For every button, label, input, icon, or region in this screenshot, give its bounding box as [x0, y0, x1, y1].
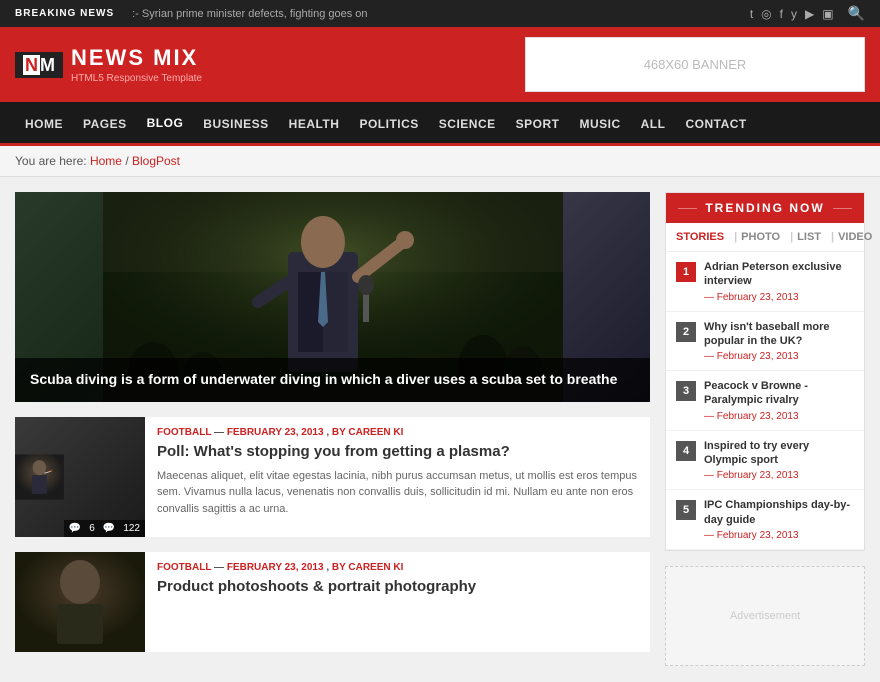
- comment-count: 6: [89, 523, 95, 534]
- article-thumbnail: 💬 6 💬 122: [15, 417, 145, 537]
- nav-music[interactable]: MUSIC: [569, 103, 630, 145]
- article-meta-bar: 💬 6 💬 122: [64, 520, 145, 537]
- trend-content-4: Inspired to try every Olympic sport — Fe…: [704, 439, 854, 482]
- breadcrumb-separator: /: [125, 154, 132, 168]
- trending-item-3: 3 Peacock v Browne - Paralympic rivalry …: [666, 371, 864, 431]
- tab-list[interactable]: LIST: [797, 231, 821, 243]
- logo-area: NM NEWS MIX HTML5 Responsive Template: [15, 45, 202, 84]
- site-header: NM NEWS MIX HTML5 Responsive Template 46…: [0, 27, 880, 102]
- trend-date-1: — February 23, 2013: [704, 292, 854, 303]
- breaking-label: BREAKING NEWS: [15, 8, 114, 19]
- nav-science[interactable]: SCIENCE: [429, 103, 506, 145]
- article-item: 💬 6 💬 122 FOOTBALL — February 23, 2013 ,…: [15, 417, 650, 537]
- trend-content-2: Why isn't baseball more popular in the U…: [704, 320, 854, 363]
- trend-title-5[interactable]: IPC Championships day-by-day guide: [704, 498, 854, 527]
- nav-pages[interactable]: PAGES: [73, 103, 137, 145]
- circle-icon[interactable]: ◎: [761, 7, 771, 21]
- sidebar: TRENDING NOW STORIES | PHOTO | LIST | VI…: [665, 192, 865, 667]
- trending-item-2: 2 Why isn't baseball more popular in the…: [666, 312, 864, 372]
- search-icon[interactable]: 🔍: [848, 5, 865, 22]
- featured-caption: Scuba diving is a form of underwater div…: [15, 358, 650, 402]
- logo-letter: N: [23, 55, 40, 75]
- article-excerpt-1: Maecenas aliquet, elit vitae egestas lac…: [157, 468, 640, 518]
- article-title-1[interactable]: Poll: What's stopping you from getting a…: [157, 442, 640, 462]
- site-tagline: HTML5 Responsive Template: [71, 73, 202, 84]
- trend-rank-3: 3: [676, 381, 696, 401]
- article-body-2: FOOTBALL — February 23, 2013 , by Careen…: [157, 552, 650, 652]
- tumblr-icon[interactable]: t: [750, 7, 753, 21]
- content-column: Scuba diving is a form of underwater div…: [15, 192, 650, 667]
- trending-item-4: 4 Inspired to try every Olympic sport — …: [666, 431, 864, 491]
- trending-box: TRENDING NOW STORIES | PHOTO | LIST | VI…: [665, 192, 865, 551]
- trend-title-3[interactable]: Peacock v Browne - Paralympic rivalry: [704, 379, 854, 408]
- featured-image: Scuba diving is a form of underwater div…: [15, 192, 650, 402]
- trend-content-3: Peacock v Browne - Paralympic rivalry — …: [704, 379, 854, 422]
- facebook-icon[interactable]: f: [780, 7, 783, 21]
- header-banner: 468X60 BANNER: [525, 37, 865, 92]
- trending-tabs: STORIES | PHOTO | LIST | VIDEO: [666, 223, 864, 252]
- sidebar-ad: Advertisement: [665, 566, 865, 666]
- nav-blog[interactable]: BLOG: [137, 102, 194, 146]
- comment-icon: 💬: [69, 523, 81, 534]
- nav-politics[interactable]: POLITICS: [349, 103, 428, 145]
- thumb-image-1: 💬 6 💬 122: [15, 417, 145, 537]
- trend-rank-5: 5: [676, 500, 696, 520]
- tab-stories[interactable]: STORIES: [676, 231, 724, 243]
- breadcrumb-current[interactable]: BlogPost: [132, 154, 180, 168]
- featured-article: Scuba diving is a form of underwater div…: [15, 192, 650, 402]
- breaking-text: :- Syrian prime minister defects, fighti…: [132, 8, 367, 20]
- nav-home[interactable]: HOME: [15, 103, 73, 145]
- main-container: Scuba diving is a form of underwater div…: [0, 177, 880, 682]
- like-count: 122: [123, 523, 140, 534]
- breadcrumb-home[interactable]: Home: [90, 154, 122, 168]
- trend-date-2: — February 23, 2013: [704, 351, 854, 362]
- article-thumbnail-2: [15, 552, 145, 652]
- twitter-icon[interactable]: y: [791, 7, 797, 21]
- tab-photo[interactable]: PHOTO: [741, 231, 780, 243]
- trend-title-1[interactable]: Adrian Peterson exclusive interview: [704, 260, 854, 289]
- nav-contact[interactable]: CONTACT: [675, 103, 756, 145]
- site-name: NEWS MIX: [71, 45, 202, 71]
- article-category-1: FOOTBALL — February 23, 2013 , by Careen…: [157, 427, 640, 438]
- trend-date-3: — February 23, 2013: [704, 411, 854, 422]
- logo-text: NEWS MIX HTML5 Responsive Template: [71, 45, 202, 84]
- trend-title-2[interactable]: Why isn't baseball more popular in the U…: [704, 320, 854, 349]
- breadcrumb: You are here: Home / BlogPost: [0, 146, 880, 177]
- trend-rank-1: 1: [676, 262, 696, 282]
- nav-business[interactable]: BUSINESS: [193, 103, 278, 145]
- nav-sport[interactable]: SPORT: [506, 103, 570, 145]
- logo-box: NM: [15, 52, 63, 78]
- trend-rank-4: 4: [676, 441, 696, 461]
- rss-icon[interactable]: ▶: [805, 7, 814, 21]
- trending-header: TRENDING NOW: [666, 193, 864, 223]
- grid-icon[interactable]: ▣: [822, 7, 833, 21]
- trend-content-5: IPC Championships day-by-day guide — Feb…: [704, 498, 854, 541]
- like-icon: 💬: [103, 523, 115, 534]
- trend-date-4: — February 23, 2013: [704, 470, 854, 481]
- social-icons-bar: t ◎ f y ▶ ▣ 🔍: [750, 5, 865, 22]
- article-category-2: FOOTBALL — February 23, 2013 , by Careen…: [157, 562, 640, 573]
- article-item-2: FOOTBALL — February 23, 2013 , by Careen…: [15, 552, 650, 652]
- article-title-2[interactable]: Product photoshoots & portrait photograp…: [157, 577, 640, 597]
- breaking-news-bar: BREAKING NEWS :- Syrian prime minister d…: [0, 0, 880, 27]
- main-nav: HOME PAGES BLOG BUSINESS HEALTH POLITICS…: [0, 102, 880, 146]
- trend-date-5: — February 23, 2013: [704, 530, 854, 541]
- trending-item-1: 1 Adrian Peterson exclusive interview — …: [666, 252, 864, 312]
- trend-rank-2: 2: [676, 322, 696, 342]
- trending-item-5: 5 IPC Championships day-by-day guide — F…: [666, 490, 864, 550]
- tab-video[interactable]: VIDEO: [838, 231, 872, 243]
- breadcrumb-prefix: You are here:: [15, 154, 90, 168]
- nav-health[interactable]: HEALTH: [279, 103, 350, 145]
- nav-all[interactable]: ALL: [631, 103, 676, 145]
- trend-content-1: Adrian Peterson exclusive interview — Fe…: [704, 260, 854, 303]
- trend-title-4[interactable]: Inspired to try every Olympic sport: [704, 439, 854, 468]
- thumb-image-2: [15, 552, 145, 652]
- article-body-1: FOOTBALL — February 23, 2013 , by Careen…: [157, 417, 650, 537]
